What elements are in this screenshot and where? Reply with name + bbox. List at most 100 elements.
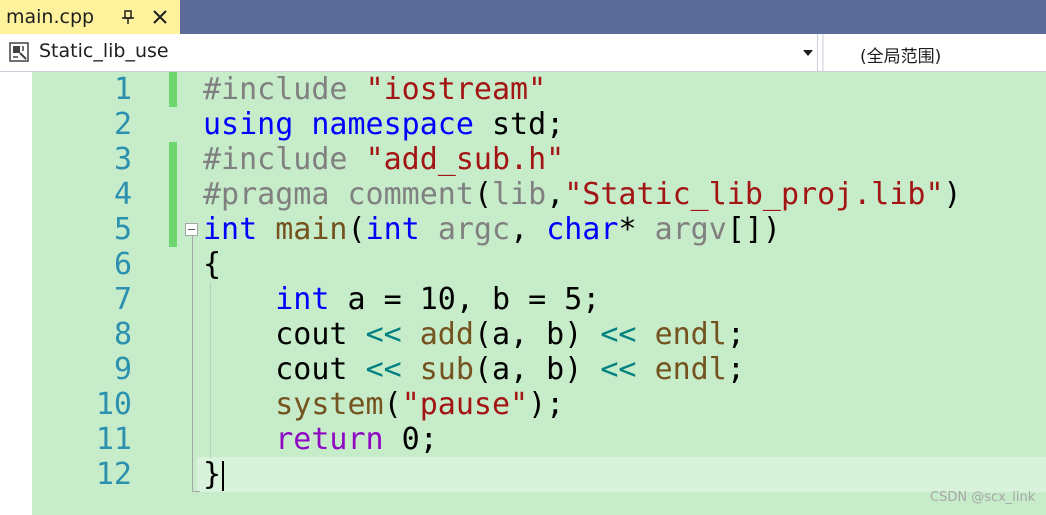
code-line[interactable]: } [203,457,221,492]
line-number: 8 [113,317,132,352]
code-line[interactable]: int main(int argc, char* argv[]) [203,212,781,247]
close-icon[interactable] [151,8,169,26]
scope-dropdown[interactable]: (全局范围) [860,42,941,67]
code-token: endl [654,352,727,387]
current-line-highlight [197,457,1046,492]
line-number: 10 [95,387,132,422]
code-line[interactable]: system("pause"); [203,387,564,422]
code-token: #pragma comment [203,177,474,212]
code-line[interactable]: cout << sub(a, b) << endl; [203,352,745,387]
line-number: 9 [113,352,132,387]
editor-margin [0,72,32,515]
code-line[interactable]: int a = 10, b = 5; [203,282,600,317]
fold-end-marker [192,491,200,492]
change-indicator [169,212,177,247]
code-line[interactable]: cout << add(a, b) << endl; [203,317,745,352]
code-token: ( [473,177,492,212]
code-token: #include [203,142,366,177]
code-line[interactable]: using namespace std; [203,107,564,142]
line-number: 3 [113,142,132,177]
navigation-bar: Static_lib_use (全局范围) [0,34,1046,72]
code-token: return [275,422,384,457]
code-token: "add_sub.h" [365,142,565,177]
code-token: #include [203,72,366,107]
code-token: add [419,317,474,352]
line-number: 6 [113,247,132,282]
code-token: int [365,212,420,247]
tab-main-cpp[interactable]: main.cpp [0,0,180,34]
code-token: ); [528,387,565,422]
line-number: 11 [95,422,132,457]
dropdown-icon[interactable] [802,49,814,57]
code-token: argc [437,212,511,247]
collapse-icon[interactable] [185,223,198,236]
code-token: << [600,317,637,352]
code-token: []) [726,212,781,247]
change-indicator [169,72,177,107]
code-token: (a, b) [473,317,601,352]
code-token: ( [383,387,402,422]
code-token: std; [473,107,565,142]
text-caret [222,461,224,491]
line-number: 12 [95,457,132,492]
code-token: { [203,247,222,282]
project-name: Static_lib_use [39,40,169,62]
line-number: 5 [113,212,132,247]
code-token: int [203,212,258,247]
code-token: << [365,317,402,352]
code-token: "pause" [401,387,529,422]
code-line[interactable]: { [203,247,221,282]
code-token: } [203,457,222,492]
code-token: using [203,107,294,142]
change-indicator [169,142,177,177]
change-indicator [169,177,177,212]
code-token: ; [726,317,745,352]
project-icon [9,42,29,62]
code-token: "Static_lib_proj.lib" [564,177,944,212]
code-line[interactable]: #include "add_sub.h" [203,142,564,177]
tab-title: main.cpp [6,6,95,28]
line-number: 2 [113,107,132,142]
code-token: << [600,352,637,387]
pin-icon[interactable] [119,7,137,27]
project-dropdown[interactable]: Static_lib_use [0,34,818,71]
nav-divider [822,34,824,71]
code-token: * [618,212,655,247]
code-line[interactable]: #pragma comment(lib,"Static_lib_proj.lib… [203,177,962,212]
code-token: char [546,212,619,247]
code-token: sub [419,352,474,387]
code-token: "iostream" [365,72,547,107]
code-line[interactable]: return 0; [203,422,438,457]
code-token: ( [347,212,366,247]
code-token: a = 10, b = 5; [329,282,601,317]
code-token: (a, b) [473,352,601,387]
code-token: 0; [383,422,438,457]
watermark: CSDN @scx_link [930,490,1036,505]
line-number: 7 [113,282,132,317]
code-token: main [275,212,348,247]
tab-bar: main.cpp [0,0,1046,34]
code-token: endl [654,317,727,352]
code-token: cout [203,317,366,352]
line-number: 4 [113,177,132,212]
code-token: << [365,352,402,387]
code-token: int [275,282,330,317]
code-token: , [546,177,565,212]
code-token: lib [492,177,547,212]
code-token: argv [654,212,727,247]
fold-guide [192,236,193,491]
code-token: system [275,387,384,422]
line-number: 1 [113,72,132,107]
code-line[interactable]: #include "iostream" [203,72,546,107]
code-editor[interactable]: 1 2 3 4 5 6 7 8 9 10 11 12 #include "iostream" using… [0,72,1046,515]
